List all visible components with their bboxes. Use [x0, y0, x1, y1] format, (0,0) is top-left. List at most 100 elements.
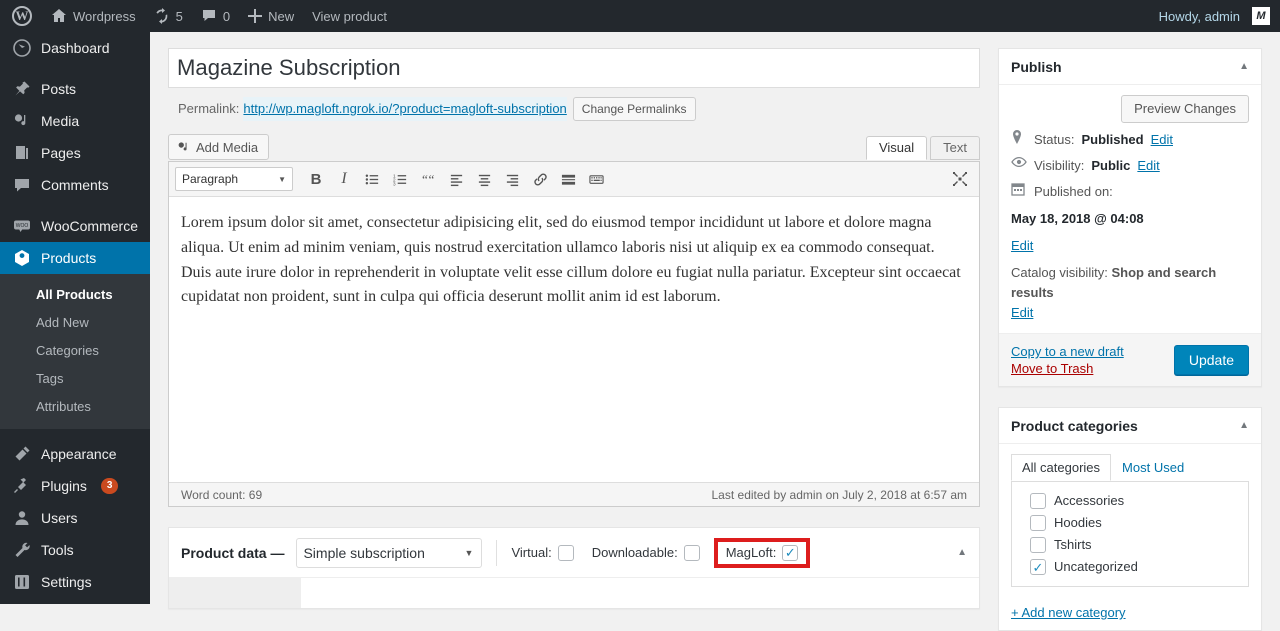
category-checkbox[interactable] [1030, 515, 1046, 531]
post-body-main-column: Permalink: http://wp.magloft.ngrok.io/?p… [168, 48, 980, 609]
virtual-checkbox-field[interactable]: Virtual: [511, 545, 573, 561]
sidebar-item-plugins[interactable]: Plugins 3 [0, 470, 150, 502]
categories-inner: All categories Most Used Accessories Hoo… [999, 444, 1261, 597]
magloft-checkbox-field[interactable]: MagLoft: ✓ [726, 545, 799, 561]
submenu-item-categories[interactable]: Categories [0, 337, 150, 365]
site-name-button[interactable]: Wordpress [42, 0, 145, 32]
preview-changes-button[interactable]: Preview Changes [1121, 95, 1249, 123]
distraction-free-icon[interactable] [947, 166, 973, 192]
paragraph-format-select[interactable]: Paragraph ▼ [175, 167, 293, 191]
view-product-button[interactable]: View product [303, 0, 396, 32]
chevron-up-icon[interactable]: ▲ [957, 547, 967, 558]
category-item-hoodies[interactable]: Hoodies [1022, 512, 1238, 534]
status-edit-link[interactable]: Edit [1151, 130, 1173, 150]
tab-most-used[interactable]: Most Used [1111, 454, 1195, 481]
comments-count: 0 [223, 9, 230, 24]
sidebar-item-settings[interactable]: Settings [0, 566, 150, 598]
category-item-accessories[interactable]: Accessories [1022, 490, 1238, 512]
submenu-item-add-new[interactable]: Add New [0, 309, 150, 337]
bulleted-list-icon[interactable] [359, 166, 385, 192]
status-value: Published [1081, 130, 1143, 150]
my-account-button[interactable]: Howdy, admin M [1147, 0, 1280, 32]
italic-icon[interactable]: I [331, 166, 357, 192]
read-more-icon[interactable] [555, 166, 581, 192]
comments-button[interactable]: 0 [192, 0, 239, 32]
virtual-checkbox[interactable] [558, 545, 574, 561]
chevron-up-icon[interactable]: ▲ [1239, 420, 1249, 431]
sidebar-item-woocommerce[interactable]: WOO WooCommerce [0, 210, 150, 242]
admin-sidebar-menu: Dashboard Posts Media Pages Comments WOO… [0, 32, 150, 604]
toolbar-toggle-icon[interactable] [583, 166, 609, 192]
editor-content-area[interactable]: Lorem ipsum dolor sit amet, consectetur … [169, 197, 979, 482]
submenu-item-attributes[interactable]: Attributes [0, 393, 150, 421]
sidebar-item-tools[interactable]: Tools [0, 534, 150, 566]
publish-title: Publish [1011, 59, 1062, 75]
copy-to-new-draft-link[interactable]: Copy to a new draft [1011, 344, 1124, 359]
downloadable-label: Downloadable: [592, 545, 678, 560]
category-item-tshirts[interactable]: Tshirts [1022, 534, 1238, 556]
editor-paragraph: Lorem ipsum dolor sit amet, consectetur … [181, 211, 967, 310]
avatar: M [1252, 7, 1270, 25]
editor-top-bar: Add Media Visual Text [168, 132, 980, 160]
bold-icon[interactable]: B [303, 166, 329, 192]
permalink-link[interactable]: http://wp.magloft.ngrok.io/?product=magl… [243, 97, 566, 121]
visibility-row: Visibility: Public Edit [999, 153, 1261, 179]
align-left-icon[interactable] [443, 166, 469, 192]
category-checkbox[interactable]: ✓ [1030, 559, 1046, 575]
published-value: May 18, 2018 @ 04:08 [1011, 209, 1144, 229]
sidebar-item-dashboard[interactable]: Dashboard [0, 32, 150, 64]
tab-text[interactable]: Text [930, 136, 980, 160]
home-icon [51, 8, 67, 24]
add-media-button[interactable]: Add Media [168, 134, 269, 160]
submenu-item-all-products[interactable]: All Products [0, 281, 150, 309]
product-type-select[interactable]: Simple subscription ▼ [296, 538, 482, 568]
site-name-label: Wordpress [73, 9, 136, 24]
downloadable-checkbox-field[interactable]: Downloadable: [592, 545, 700, 561]
chevron-up-icon[interactable]: ▲ [1239, 61, 1249, 72]
align-right-icon[interactable] [499, 166, 525, 192]
categories-tabs: All categories Most Used [1011, 454, 1249, 482]
editor-toolbar: Paragraph ▼ B I 123 ““ [169, 162, 979, 197]
permalink-row: Permalink: http://wp.magloft.ngrok.io/?p… [168, 88, 980, 121]
category-checkbox[interactable] [1030, 493, 1046, 509]
updates-icon [154, 8, 170, 24]
add-new-category-link[interactable]: + Add new category [1011, 605, 1126, 620]
sidebar-item-comments[interactable]: Comments [0, 169, 150, 201]
sidebar-item-pages[interactable]: Pages [0, 137, 150, 169]
submenu-item-tags[interactable]: Tags [0, 365, 150, 393]
move-to-trash-link[interactable]: Move to Trash [1011, 361, 1124, 376]
new-content-button[interactable]: New [239, 0, 303, 32]
link-icon[interactable] [527, 166, 553, 192]
change-permalinks-button[interactable]: Change Permalinks [573, 97, 696, 121]
product-type-value: Simple subscription [303, 545, 424, 561]
sidebar-item-media[interactable]: Media [0, 105, 150, 137]
visibility-edit-link[interactable]: Edit [1137, 156, 1159, 176]
categories-checklist[interactable]: Accessories Hoodies Tshirts ✓ Uncategori… [1011, 481, 1249, 587]
word-count-label: Word count: 69 [181, 488, 262, 502]
svg-text:“: “ [421, 172, 427, 186]
editor-status-bar: Word count: 69 Last edited by admin on J… [169, 482, 979, 506]
catalog-edit-link[interactable]: Edit [1011, 305, 1033, 320]
view-product-label: View product [312, 9, 387, 24]
align-center-icon[interactable] [471, 166, 497, 192]
sidebar-item-users[interactable]: Users [0, 502, 150, 534]
wordpress-logo-button[interactable]: W [0, 0, 42, 32]
updates-count: 5 [176, 9, 183, 24]
sidebar-item-posts[interactable]: Posts [0, 73, 150, 105]
published-edit-link[interactable]: Edit [1011, 236, 1249, 256]
updates-button[interactable]: 5 [145, 0, 192, 32]
category-checkbox[interactable] [1030, 537, 1046, 553]
post-title-input[interactable] [168, 48, 980, 88]
downloadable-checkbox[interactable] [684, 545, 700, 561]
blockquote-icon[interactable]: ““ [415, 166, 441, 192]
magloft-checkbox[interactable]: ✓ [782, 545, 798, 561]
sidebar-item-appearance[interactable]: Appearance [0, 438, 150, 470]
tab-all-categories[interactable]: All categories [1011, 454, 1111, 481]
status-row: Status: Published Edit [999, 127, 1261, 153]
tab-visual[interactable]: Visual [866, 136, 927, 160]
category-item-uncategorized[interactable]: ✓ Uncategorized [1022, 556, 1238, 578]
update-button[interactable]: Update [1174, 345, 1249, 375]
sidebar-item-products[interactable]: Products [0, 242, 150, 274]
numbered-list-icon[interactable]: 123 [387, 166, 413, 192]
comments-icon [12, 175, 32, 195]
